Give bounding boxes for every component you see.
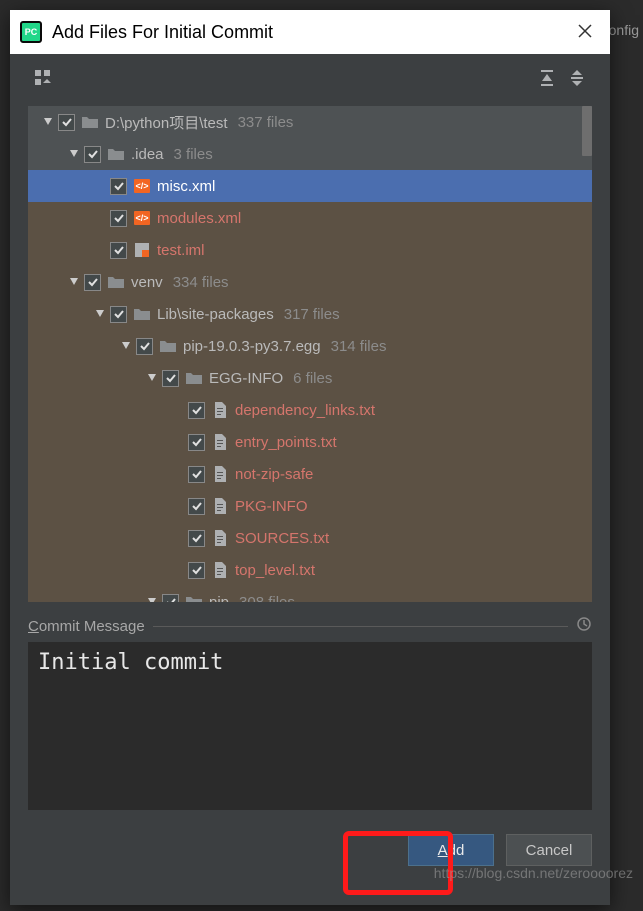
scrollbar-thumb[interactable] <box>582 106 592 156</box>
group-icon[interactable] <box>28 65 58 95</box>
checkbox[interactable] <box>188 434 205 451</box>
tree-folder[interactable]: venv 334 files <box>28 266 592 298</box>
folder-icon <box>107 274 125 290</box>
folder-icon <box>133 306 151 322</box>
expand-icon[interactable] <box>92 306 108 322</box>
iml-icon <box>133 242 151 258</box>
commit-section: Commit Message <box>10 602 610 814</box>
tree-label: top_level.txt <box>235 562 315 579</box>
tree-label: .idea <box>131 146 164 163</box>
tree-label: misc.xml <box>157 178 215 195</box>
file-tree: D:\python项目\test 337 files .idea 3 files </>… <box>28 106 592 602</box>
checkbox[interactable] <box>110 306 127 323</box>
checkbox[interactable] <box>84 146 101 163</box>
file-count: 334 files <box>173 274 229 291</box>
commit-message-input[interactable] <box>28 642 592 810</box>
tree-file[interactable]: test.iml <box>28 234 592 266</box>
checkbox[interactable] <box>188 402 205 419</box>
txt-icon <box>211 498 229 514</box>
add-button[interactable]: Add <box>408 834 494 866</box>
tree-label: entry_points.txt <box>235 434 337 451</box>
checkbox[interactable] <box>136 338 153 355</box>
txt-icon <box>211 562 229 578</box>
tree-folder[interactable]: Lib\site-packages 317 files <box>28 298 592 330</box>
tree-folder[interactable]: EGG-INFO 6 files <box>28 362 592 394</box>
collapse-all-icon[interactable] <box>562 65 592 95</box>
tree-label: Lib\site-packages <box>157 306 274 323</box>
tree-file[interactable]: dependency_links.txt <box>28 394 592 426</box>
tree-label: test.iml <box>157 242 205 259</box>
expand-icon[interactable] <box>144 594 160 602</box>
checkbox[interactable] <box>188 498 205 515</box>
tree-label: modules.xml <box>157 210 241 227</box>
txt-icon <box>211 434 229 450</box>
tree-file[interactable]: top_level.txt <box>28 554 592 586</box>
cancel-button[interactable]: Cancel <box>506 834 592 866</box>
tree-file[interactable]: entry_points.txt <box>28 426 592 458</box>
tree-label: dependency_links.txt <box>235 402 375 419</box>
expand-icon[interactable] <box>40 114 56 130</box>
checkbox[interactable] <box>110 242 127 259</box>
file-count: 314 files <box>331 338 387 355</box>
close-icon[interactable] <box>570 18 600 47</box>
scrollbar[interactable] <box>580 106 592 602</box>
checkbox[interactable] <box>162 370 179 387</box>
toolbar <box>10 54 610 106</box>
txt-icon <box>211 402 229 418</box>
tree-folder[interactable]: .idea 3 files <box>28 138 592 170</box>
pycharm-icon: PC <box>20 21 42 43</box>
tree-folder[interactable]: D:\python项目\test 337 files <box>28 106 592 138</box>
titlebar: PC Add Files For Initial Commit <box>10 10 610 54</box>
file-count: 337 files <box>238 114 294 131</box>
folder-icon <box>159 338 177 354</box>
expand-icon[interactable] <box>144 370 160 386</box>
tree-label: pip-19.0.3-py3.7.egg <box>183 338 321 355</box>
folder-icon <box>81 114 99 130</box>
xml-icon: </> <box>133 210 151 226</box>
tree-label: D:\python项目\test <box>105 112 228 133</box>
tree-label: EGG-INFO <box>209 370 283 387</box>
tree-file[interactable]: PKG-INFO <box>28 490 592 522</box>
txt-icon <box>211 466 229 482</box>
button-row: Add Cancel <box>10 814 610 884</box>
folder-icon <box>107 146 125 162</box>
tree-folder[interactable]: pip-19.0.3-py3.7.egg 314 files <box>28 330 592 362</box>
tree-file[interactable]: not-zip-safe <box>28 458 592 490</box>
tree-label: pip <box>209 594 229 603</box>
tree-label: venv <box>131 274 163 291</box>
file-count: 317 files <box>284 306 340 323</box>
checkbox[interactable] <box>188 466 205 483</box>
tree-label: SOURCES.txt <box>235 530 329 547</box>
checkbox[interactable] <box>110 178 127 195</box>
commit-message-label: Commit Message <box>28 618 145 635</box>
file-count: 6 files <box>293 370 332 387</box>
tree-file[interactable]: SOURCES.txt <box>28 522 592 554</box>
checkbox[interactable] <box>162 594 179 603</box>
checkbox[interactable] <box>84 274 101 291</box>
folder-icon <box>185 370 203 386</box>
expand-icon[interactable] <box>66 274 82 290</box>
dialog-title: Add Files For Initial Commit <box>52 22 570 43</box>
background-text: onfig <box>609 22 639 38</box>
dialog-add-files: PC Add Files For Initial Commit D:\pytho… <box>10 10 610 905</box>
txt-icon <box>211 530 229 546</box>
checkbox[interactable] <box>110 210 127 227</box>
xml-icon: </> <box>133 178 151 194</box>
file-count: 3 files <box>174 146 213 163</box>
checkbox[interactable] <box>188 530 205 547</box>
checkbox[interactable] <box>58 114 75 131</box>
tree-label: PKG-INFO <box>235 498 308 515</box>
history-icon[interactable] <box>576 616 592 636</box>
tree-label: not-zip-safe <box>235 466 313 483</box>
checkbox[interactable] <box>188 562 205 579</box>
file-count: 308 files <box>239 594 295 603</box>
expand-all-icon[interactable] <box>532 65 562 95</box>
tree-file[interactable]: </> misc.xml <box>28 170 592 202</box>
tree-file[interactable]: </> modules.xml <box>28 202 592 234</box>
expand-icon[interactable] <box>66 146 82 162</box>
folder-icon <box>185 594 203 602</box>
tree-folder[interactable]: pip 308 files <box>28 586 592 602</box>
expand-icon[interactable] <box>118 338 134 354</box>
